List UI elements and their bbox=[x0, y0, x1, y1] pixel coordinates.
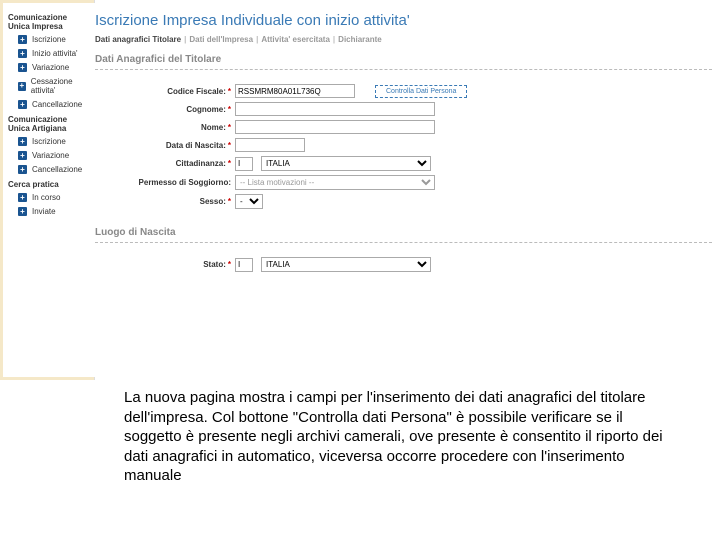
input-stato-code[interactable] bbox=[235, 258, 253, 272]
tab-anagrafici[interactable]: Dati anagrafici Titolare bbox=[95, 35, 181, 44]
tab-impresa[interactable]: Dati dell'Impresa bbox=[189, 35, 253, 44]
nav-label: Inviate bbox=[32, 207, 56, 216]
nav-label: Cancellazione bbox=[32, 165, 82, 174]
page-title: Iscrizione Impresa Individuale con inizi… bbox=[95, 12, 712, 29]
plus-icon: + bbox=[18, 82, 26, 91]
nav-item-inviate[interactable]: + Inviate bbox=[18, 207, 90, 216]
input-nome[interactable] bbox=[235, 120, 435, 134]
controlla-button[interactable]: Controlla Dati Persona bbox=[375, 85, 467, 98]
section-divider-2 bbox=[95, 242, 712, 243]
label-permesso: Permesso di Soggiorno: bbox=[95, 178, 235, 187]
row-sesso: Sesso:* - bbox=[95, 194, 712, 209]
input-cognome[interactable] bbox=[235, 102, 435, 116]
nav-label: In corso bbox=[32, 193, 60, 202]
nav-item-cancellazione[interactable]: + Cancellazione bbox=[18, 100, 90, 109]
row-permesso: Permesso di Soggiorno: -- Lista motivazi… bbox=[95, 175, 712, 190]
label-sesso: Sesso:* bbox=[95, 197, 235, 206]
nav-item-art-cancellazione[interactable]: + Cancellazione bbox=[18, 165, 90, 174]
label-cognome: Cognome:* bbox=[95, 105, 235, 114]
plus-icon: + bbox=[18, 193, 27, 202]
section-divider bbox=[95, 69, 712, 70]
input-codice-fiscale[interactable] bbox=[235, 84, 355, 98]
nav-label: Cessazione attivita' bbox=[31, 77, 90, 95]
nav-heading-impresa: Comunicazione Unica Impresa bbox=[8, 13, 90, 31]
sidebar-inner: Comunicazione Unica Impresa +Iscrizione … bbox=[3, 3, 95, 377]
label-stato: Stato:* bbox=[95, 260, 235, 269]
nav-label: Cancellazione bbox=[32, 100, 82, 109]
row-cittadinanza: Cittadinanza:* ITALIA bbox=[95, 156, 712, 171]
sidebar: Comunicazione Unica Impresa +Iscrizione … bbox=[0, 0, 95, 380]
row-codice-fiscale: Codice Fiscale:* Controlla Dati Persona bbox=[95, 84, 712, 98]
nav-item-iscrizione[interactable]: + Iscrizione bbox=[18, 35, 90, 44]
plus-icon: + bbox=[18, 137, 27, 146]
row-stato: Stato:* ITALIA bbox=[95, 257, 712, 272]
section-title-anagrafici: Dati Anagrafici del Titolare bbox=[95, 54, 712, 65]
label-cittadinanza: Cittadinanza:* bbox=[95, 159, 235, 168]
row-nome: Nome:* bbox=[95, 120, 712, 134]
nav-heading-cerca: Cerca pratica bbox=[8, 180, 90, 189]
input-cittadinanza-code[interactable] bbox=[235, 157, 253, 171]
nav-item-inizio[interactable]: + Inizio attivita' bbox=[18, 49, 90, 58]
row-cognome: Cognome:* bbox=[95, 102, 712, 116]
tab-dichiarante[interactable]: Dichiarante bbox=[338, 35, 382, 44]
plus-icon: + bbox=[18, 207, 27, 216]
nav-label: Iscrizione bbox=[32, 35, 66, 44]
label-codice-fiscale: Codice Fiscale:* bbox=[95, 87, 235, 96]
nav-item-variazione[interactable]: + Variazione bbox=[18, 63, 90, 72]
label-nome: Nome:* bbox=[95, 123, 235, 132]
plus-icon: + bbox=[18, 35, 27, 44]
plus-icon: + bbox=[18, 165, 27, 174]
select-cittadinanza[interactable]: ITALIA bbox=[261, 156, 431, 171]
nav-heading-artigiana: Comunicazione Unica Artigiana bbox=[8, 115, 90, 133]
plus-icon: + bbox=[18, 49, 27, 58]
select-permesso[interactable]: -- Lista motivazioni -- bbox=[235, 175, 435, 190]
nav-label: Iscrizione bbox=[32, 137, 66, 146]
plus-icon: + bbox=[18, 100, 27, 109]
nav-label: Inizio attivita' bbox=[32, 49, 78, 58]
nav-item-art-iscrizione[interactable]: + Iscrizione bbox=[18, 137, 90, 146]
nav-item-incorso[interactable]: + In corso bbox=[18, 193, 90, 202]
caption-text: La nuova pagina mostra i campi per l'ins… bbox=[124, 388, 664, 486]
section-title-luogo: Luogo di Nascita bbox=[95, 227, 712, 238]
label-data-nascita: Data di Nascita:* bbox=[95, 141, 235, 150]
main-content: Iscrizione Impresa Individuale con inizi… bbox=[95, 0, 720, 380]
select-sesso[interactable]: - bbox=[235, 194, 263, 209]
nav-label: Variazione bbox=[32, 63, 69, 72]
nav-label: Variazione bbox=[32, 151, 69, 160]
plus-icon: + bbox=[18, 63, 27, 72]
plus-icon: + bbox=[18, 151, 27, 160]
tab-attivita[interactable]: Attivita' esercitata bbox=[261, 35, 330, 44]
input-data-nascita[interactable] bbox=[235, 138, 305, 152]
select-stato[interactable]: ITALIA bbox=[261, 257, 431, 272]
nav-item-cessazione[interactable]: + Cessazione attivita' bbox=[18, 77, 90, 95]
row-data-nascita: Data di Nascita:* bbox=[95, 138, 712, 152]
tabs: Dati anagrafici Titolare|Dati dell'Impre… bbox=[95, 35, 712, 44]
nav-item-art-variazione[interactable]: + Variazione bbox=[18, 151, 90, 160]
